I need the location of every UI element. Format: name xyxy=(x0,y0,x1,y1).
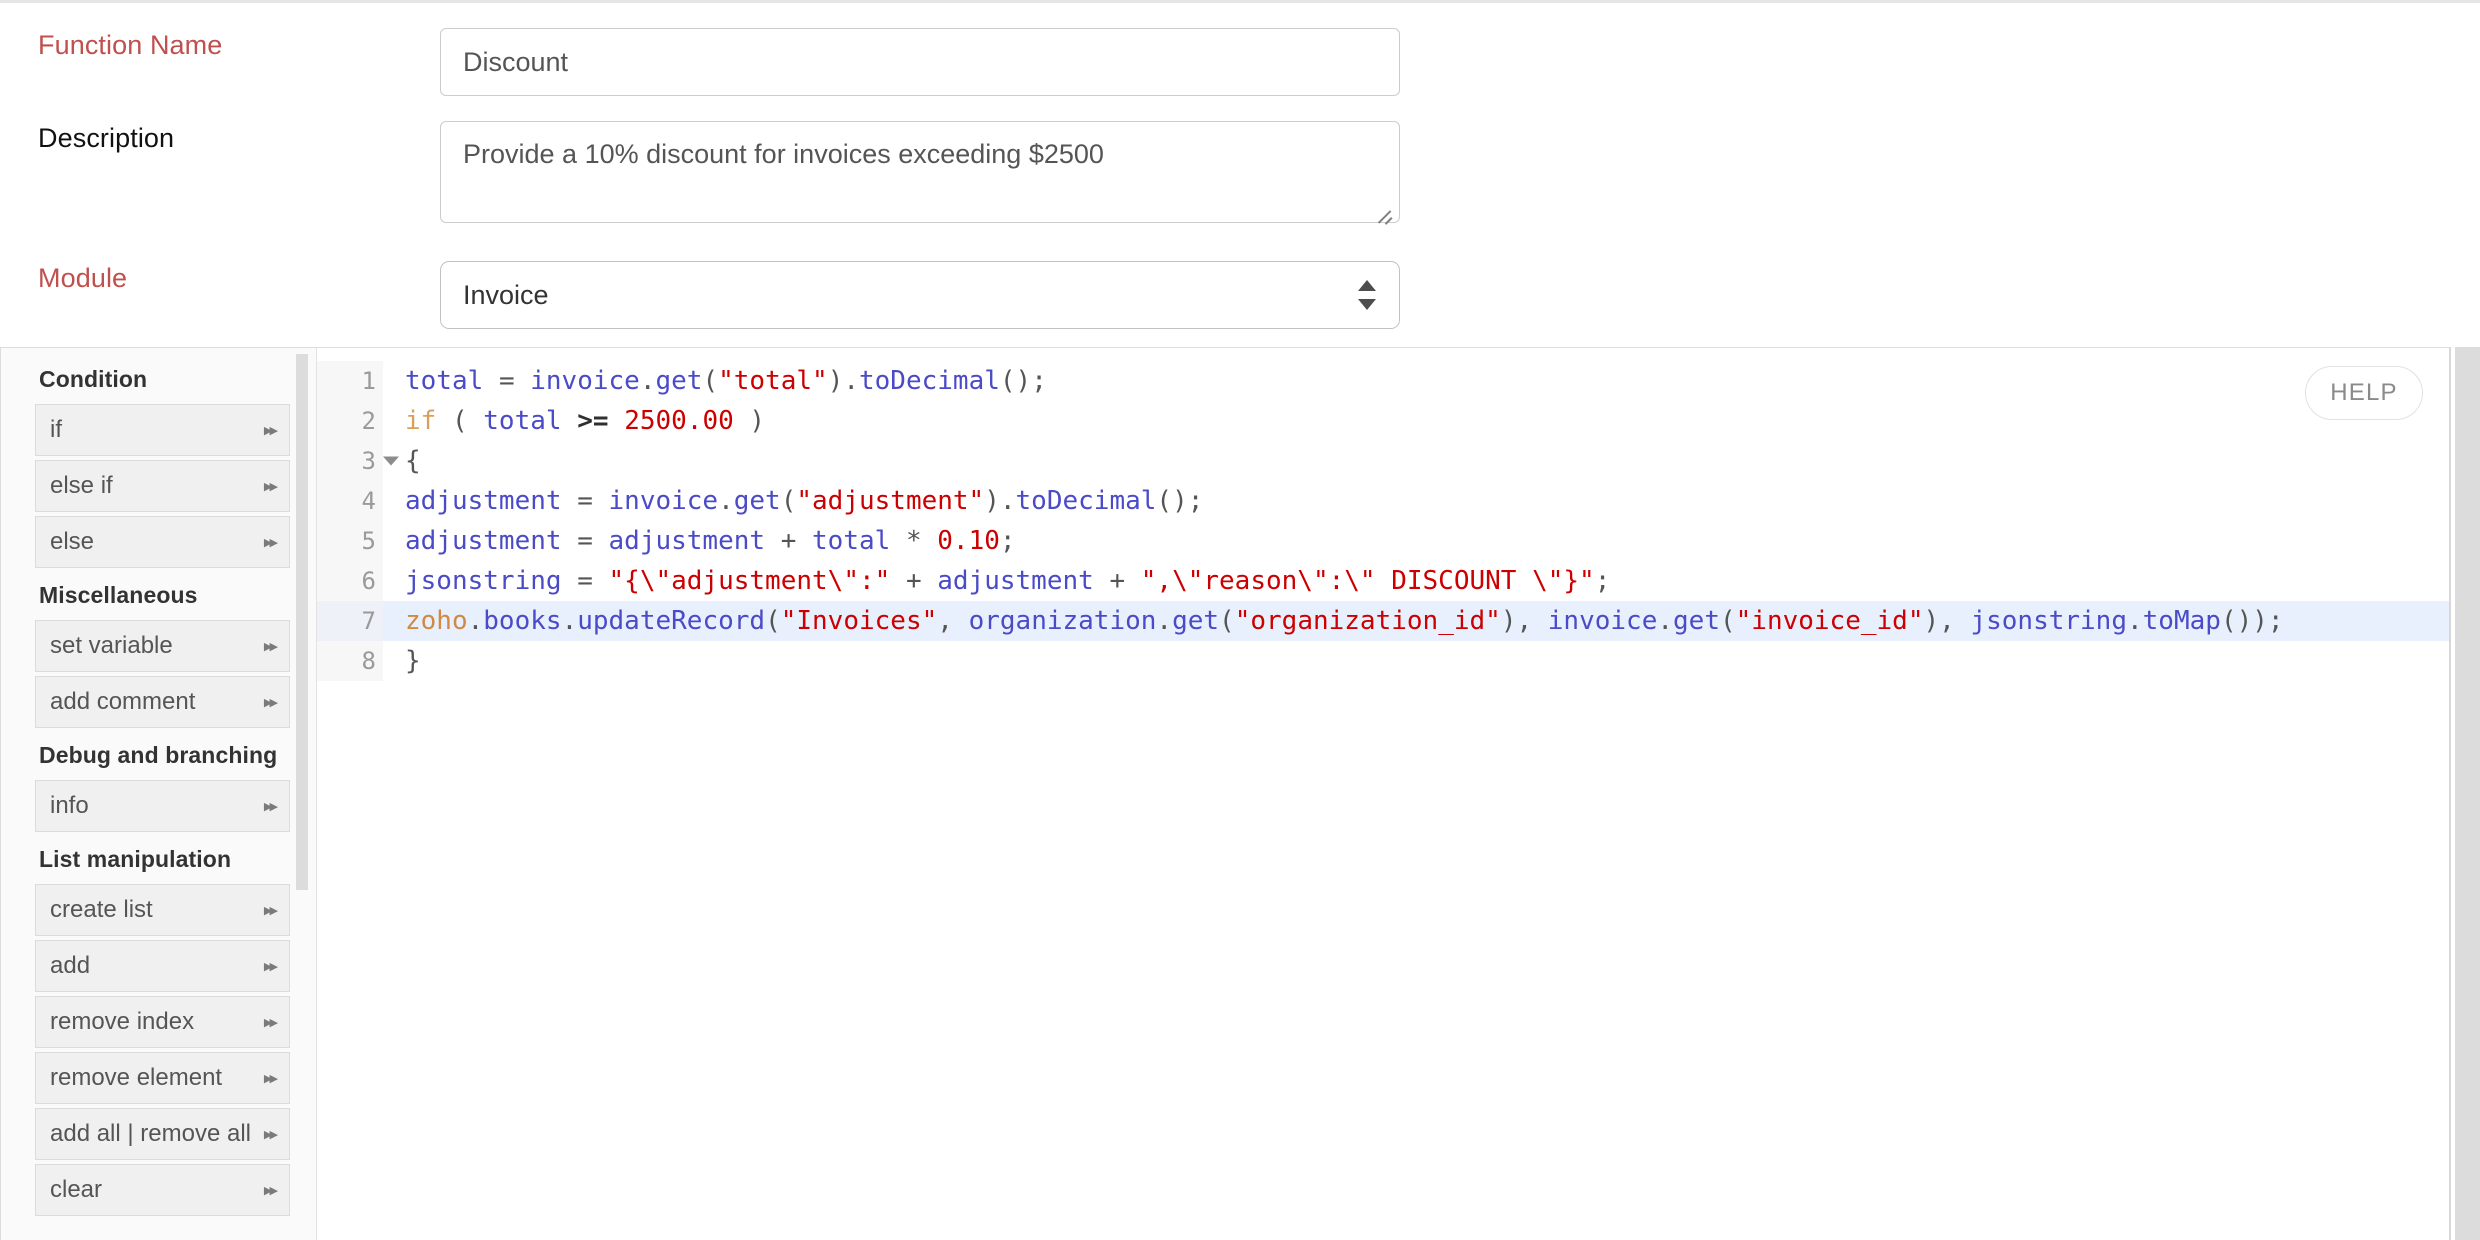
snippet-item-add-all-remove-all[interactable]: add all | remove all ▸▸ xyxy=(35,1108,290,1160)
code-line[interactable]: 7 zoho.books.updateRecord("Invoices", org… xyxy=(317,601,2449,641)
snippet-item-label: add all | remove all xyxy=(50,1120,251,1147)
double-chevron-right-icon: ▸▸ xyxy=(263,900,278,920)
snippet-item-remove-index[interactable]: remove index ▸▸ xyxy=(35,996,290,1048)
sidebar-scrollbar[interactable] xyxy=(296,354,308,890)
code-editor-pane[interactable]: HELP 1 total = invoice.get("total").toDec… xyxy=(317,348,2449,1240)
function-details-form: Function Name Description Module Invoice xyxy=(0,3,2480,343)
function-name-input[interactable] xyxy=(440,28,1400,96)
double-chevron-right-icon: ▸▸ xyxy=(263,420,278,440)
double-chevron-right-icon: ▸▸ xyxy=(263,532,278,552)
description-label: Description xyxy=(38,123,175,153)
snippet-item-add[interactable]: add ▸▸ xyxy=(35,940,290,992)
snippet-item-info[interactable]: info ▸▸ xyxy=(35,780,290,832)
field-row-module: Module Invoice xyxy=(0,261,2480,329)
line-number: 4 xyxy=(317,481,383,521)
double-chevron-right-icon: ▸▸ xyxy=(263,1124,278,1144)
double-chevron-right-icon: ▸▸ xyxy=(263,1012,278,1032)
code-text: zoho.books.updateRecord("Invoices", orga… xyxy=(405,606,2284,636)
code-line[interactable]: 3{ xyxy=(317,441,2449,481)
snippet-item-label: set variable xyxy=(50,632,173,659)
snippet-group-miscellaneous: Miscellaneous set variable ▸▸ add comment ▸▸ xyxy=(35,582,290,728)
function-editor-page: Function Name Description Module Invoice xyxy=(0,0,2480,1240)
snippet-item-create-list[interactable]: create list ▸▸ xyxy=(35,884,290,936)
code-text: total = invoice.get("total").toDecimal()… xyxy=(405,366,1047,396)
snippet-item-label: add xyxy=(50,952,91,979)
snippet-item-label: else if xyxy=(50,472,113,499)
code-text: jsonstring = "{\"adjustment\":" + adjust… xyxy=(405,566,1611,596)
snippet-item-label: if xyxy=(50,416,62,443)
function-name-label: Function Name xyxy=(38,30,223,60)
code-line[interactable]: 6 jsonstring = "{\"adjustment\":" + adjus… xyxy=(317,561,2449,601)
snippet-item-label: clear xyxy=(50,1176,103,1203)
code-line[interactable]: 8} xyxy=(317,641,2449,681)
code-fold-triangle-icon[interactable] xyxy=(383,456,399,466)
line-number: 3 xyxy=(317,441,399,481)
line-number: 2 xyxy=(317,401,383,441)
line-number: 6 xyxy=(317,561,383,601)
code-line[interactable]: 4 adjustment = invoice.get("adjustment").… xyxy=(317,481,2449,521)
module-select[interactable]: Invoice xyxy=(440,261,1400,329)
module-select-wrap: Invoice xyxy=(440,261,1400,329)
code-text: { xyxy=(405,446,421,476)
snippet-group-title: Debug and branching xyxy=(39,742,278,768)
snippet-group-list-manipulation: List manipulation create list ▸▸ add ▸▸ remov… xyxy=(35,846,290,1216)
editor-section: Condition if ▸▸ else if ▸▸ else ▸▸ Miscellaneou… xyxy=(0,347,2451,1240)
snippet-item-clear[interactable]: clear ▸▸ xyxy=(35,1164,290,1216)
snippet-group-title: Condition xyxy=(39,366,148,392)
snippet-group-title: Miscellaneous xyxy=(39,582,198,608)
line-number: 8 xyxy=(317,641,383,681)
module-label: Module xyxy=(38,263,128,293)
double-chevron-right-icon: ▸▸ xyxy=(263,476,278,496)
code-line[interactable]: 2 if ( total >= 2500.00 ) xyxy=(317,401,2449,441)
double-chevron-right-icon: ▸▸ xyxy=(263,956,278,976)
snippet-group-debug-and-branching: Debug and branching info ▸▸ xyxy=(35,742,290,832)
snippet-item-else-if[interactable]: else if ▸▸ xyxy=(35,460,290,512)
field-row-description: Description xyxy=(0,121,2480,228)
line-number: 1 xyxy=(317,361,383,401)
snippet-item-else[interactable]: else ▸▸ xyxy=(35,516,290,568)
code-text: } xyxy=(405,646,421,676)
description-field-wrap xyxy=(440,121,1400,228)
snippet-item-label: else xyxy=(50,528,95,555)
double-chevron-right-icon: ▸▸ xyxy=(263,692,278,712)
code-text: adjustment = invoice.get("adjustment").t… xyxy=(405,486,1204,516)
double-chevron-right-icon: ▸▸ xyxy=(263,1068,278,1088)
help-button[interactable]: HELP xyxy=(2305,366,2423,420)
line-number: 7 xyxy=(317,601,383,641)
double-chevron-right-icon: ▸▸ xyxy=(263,1180,278,1200)
code-text: adjustment = adjustment + total * 0.10; xyxy=(405,526,1016,556)
double-chevron-right-icon: ▸▸ xyxy=(263,796,278,816)
snippet-sidebar: Condition if ▸▸ else if ▸▸ else ▸▸ Miscellaneou… xyxy=(1,348,317,1240)
page-vertical-scrollbar[interactable] xyxy=(2455,347,2480,1240)
snippet-item-if[interactable]: if ▸▸ xyxy=(35,404,290,456)
snippet-item-label: add comment xyxy=(50,688,196,715)
snippet-list: Condition if ▸▸ else if ▸▸ else ▸▸ Miscellaneou… xyxy=(1,366,316,1216)
code-line[interactable]: 1 total = invoice.get("total").toDecimal(… xyxy=(317,361,2449,401)
snippet-item-label: remove index xyxy=(50,1008,195,1035)
snippet-item-label: info xyxy=(50,792,89,819)
function-name-field-wrap xyxy=(440,28,1400,96)
description-textarea[interactable] xyxy=(440,121,1400,223)
snippet-item-set-variable[interactable]: set variable ▸▸ xyxy=(35,620,290,672)
field-row-function-name: Function Name xyxy=(0,28,2480,96)
code-lines: 1 total = invoice.get("total").toDecimal(… xyxy=(317,348,2449,681)
code-line[interactable]: 5 adjustment = adjustment + total * 0.10; xyxy=(317,521,2449,561)
snippet-item-remove-element[interactable]: remove element ▸▸ xyxy=(35,1052,290,1104)
snippet-item-label: remove element xyxy=(50,1064,223,1091)
code-text: if ( total >= 2500.00 ) xyxy=(405,406,766,436)
snippet-group-condition: Condition if ▸▸ else if ▸▸ else ▸▸ xyxy=(35,366,290,568)
snippet-item-add-comment[interactable]: add comment ▸▸ xyxy=(35,676,290,728)
snippet-group-title: List manipulation xyxy=(39,846,232,872)
double-chevron-right-icon: ▸▸ xyxy=(263,636,278,656)
line-number: 5 xyxy=(317,521,383,561)
snippet-item-label: create list xyxy=(50,896,153,923)
